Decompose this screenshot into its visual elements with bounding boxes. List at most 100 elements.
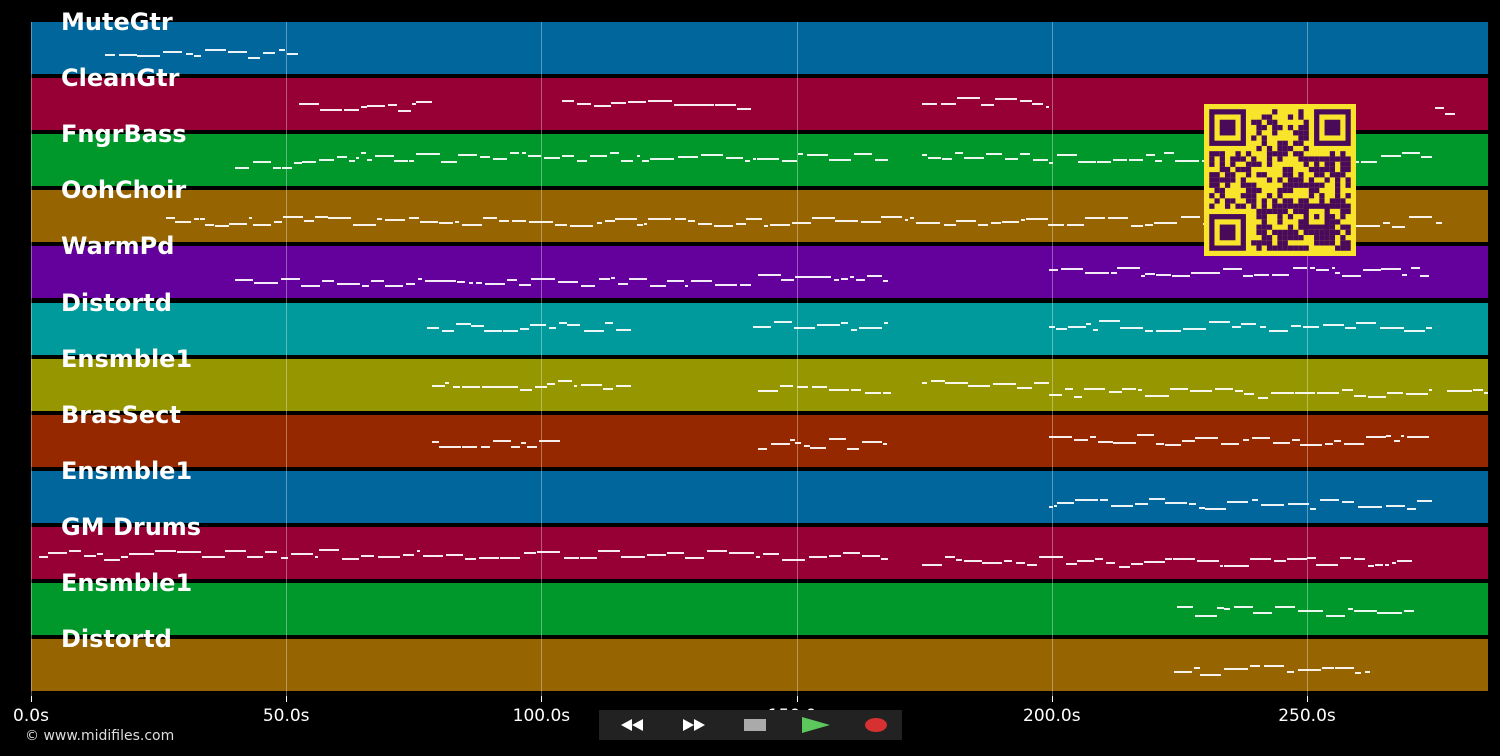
midi-note	[850, 328, 857, 331]
midi-note	[1354, 609, 1377, 612]
midi-note	[322, 279, 334, 282]
stop-button[interactable]	[730, 713, 780, 737]
midi-note	[1073, 395, 1082, 398]
midi-note	[1386, 391, 1403, 394]
track-lane[interactable]	[31, 22, 1488, 76]
midi-note	[1243, 393, 1255, 396]
midi-note	[955, 152, 963, 155]
copyright-text: © www.midifiles.com	[25, 728, 175, 744]
midi-note	[248, 217, 253, 220]
midi-note	[1049, 393, 1063, 396]
midi-note	[1291, 438, 1300, 441]
midi-note	[1356, 322, 1377, 325]
midi-note	[1367, 396, 1387, 399]
midi-note	[590, 155, 607, 158]
track-lane[interactable]	[31, 583, 1488, 637]
midi-note	[621, 556, 646, 559]
midi-note	[842, 551, 860, 554]
midi-note	[293, 162, 302, 165]
midi-note	[1164, 151, 1175, 154]
track-label: Ensmble1	[61, 344, 193, 373]
record-button[interactable]	[851, 713, 901, 737]
rewind-button[interactable]	[608, 713, 658, 737]
midi-note	[944, 556, 956, 559]
midi-note	[1333, 439, 1341, 442]
midi-note	[1130, 224, 1143, 227]
midi-note	[666, 280, 684, 283]
midi-note	[409, 159, 415, 162]
midi-note	[991, 221, 1002, 224]
midi-note	[320, 108, 343, 111]
midi-note	[253, 281, 278, 284]
midi-note	[841, 321, 848, 324]
midi-note	[1385, 505, 1406, 508]
midi-note	[314, 556, 318, 559]
midi-note	[605, 322, 613, 325]
track-lane[interactable]	[31, 526, 1488, 581]
midi-note	[441, 160, 457, 163]
midi-note	[1090, 435, 1096, 438]
midi-note	[867, 275, 883, 278]
midi-note	[1144, 394, 1169, 397]
midi-note	[1366, 436, 1387, 439]
midi-note	[1260, 326, 1267, 328]
midi-note	[521, 441, 527, 444]
midi-note	[1097, 161, 1111, 164]
midi-note	[1273, 441, 1290, 444]
midi-note	[1223, 267, 1243, 270]
play-button[interactable]	[791, 713, 841, 737]
midi-note	[956, 220, 977, 223]
midi-note	[671, 551, 684, 554]
midi-note	[318, 549, 339, 552]
midi-note	[1224, 608, 1231, 611]
midi-note	[1140, 275, 1146, 278]
midi-note	[1200, 674, 1222, 677]
midi-note	[1001, 220, 1019, 223]
midi-note	[1164, 444, 1182, 447]
transport-controls	[599, 710, 902, 740]
midi-note	[1097, 440, 1113, 443]
midi-note	[1209, 320, 1230, 323]
tick-label: 250.0s	[1278, 706, 1336, 726]
midi-note	[371, 280, 385, 283]
midi-note	[1286, 670, 1294, 673]
track-lane[interactable]	[31, 414, 1488, 469]
midi-note	[282, 166, 293, 169]
midi-note	[797, 386, 808, 389]
midi-note	[629, 278, 647, 281]
midi-note	[454, 221, 459, 224]
midi-note	[859, 327, 883, 330]
midi-note	[1227, 501, 1249, 504]
midi-note	[1144, 330, 1154, 333]
midi-note	[199, 217, 205, 220]
midi-note	[1131, 562, 1143, 565]
track-label: BrasSect	[61, 400, 181, 429]
fast-forward-button[interactable]	[668, 713, 718, 737]
midi-note	[995, 98, 1018, 101]
midi-note	[526, 445, 537, 448]
midi-note	[1045, 106, 1050, 109]
midi-note	[882, 443, 887, 446]
midi-note	[263, 51, 276, 54]
midi-note	[884, 322, 888, 325]
midi-note	[360, 152, 367, 155]
midi-note	[1156, 443, 1165, 446]
midi-note	[1145, 273, 1156, 276]
midi-note	[1374, 563, 1384, 566]
midi-note	[762, 552, 780, 555]
track-lane[interactable]	[31, 358, 1488, 413]
midi-note	[1360, 161, 1378, 164]
midi-note	[1025, 217, 1048, 220]
midi-note	[327, 216, 351, 219]
midi-note	[1364, 671, 1371, 674]
midi-note	[547, 383, 555, 386]
track-lane[interactable]	[31, 470, 1488, 525]
midi-note	[176, 550, 201, 553]
midi-note	[594, 104, 611, 107]
midi-note	[577, 102, 591, 105]
midi-note	[439, 445, 462, 448]
midi-note	[121, 555, 128, 558]
tick-mark	[1051, 696, 1053, 702]
midi-note	[1323, 324, 1344, 327]
midi-note	[1204, 271, 1221, 274]
